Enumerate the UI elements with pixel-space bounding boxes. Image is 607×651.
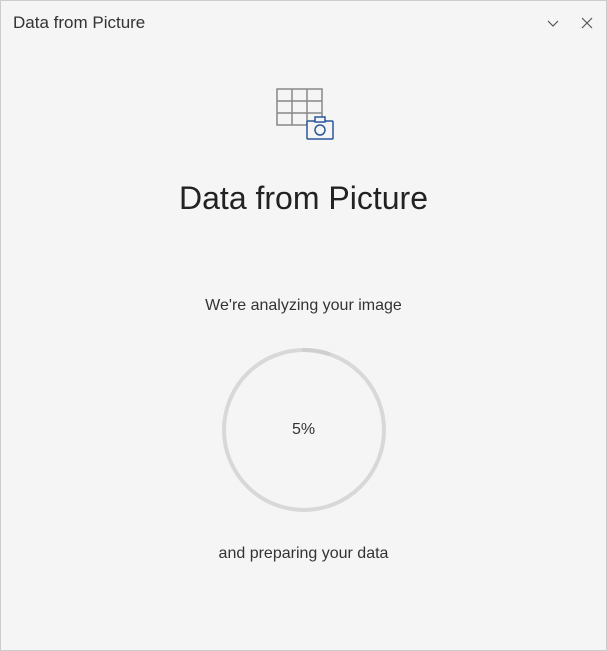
titlebar: Data from Picture: [1, 1, 606, 45]
status-text-top: We're analyzing your image: [205, 297, 402, 315]
window-controls: [546, 16, 594, 30]
chevron-down-icon[interactable]: [546, 16, 560, 30]
close-icon[interactable]: [580, 16, 594, 30]
progress-label: 5%: [292, 421, 315, 439]
window-title: Data from Picture: [13, 13, 546, 33]
page-heading: Data from Picture: [179, 180, 428, 217]
progress-ring: 5%: [219, 345, 389, 515]
app-window: Data from Picture: [0, 0, 607, 651]
grid-camera-icon: [269, 85, 339, 150]
status-text-bottom: and preparing your data: [219, 545, 389, 563]
content-area: Data from Picture We're analyzing your i…: [1, 45, 606, 650]
